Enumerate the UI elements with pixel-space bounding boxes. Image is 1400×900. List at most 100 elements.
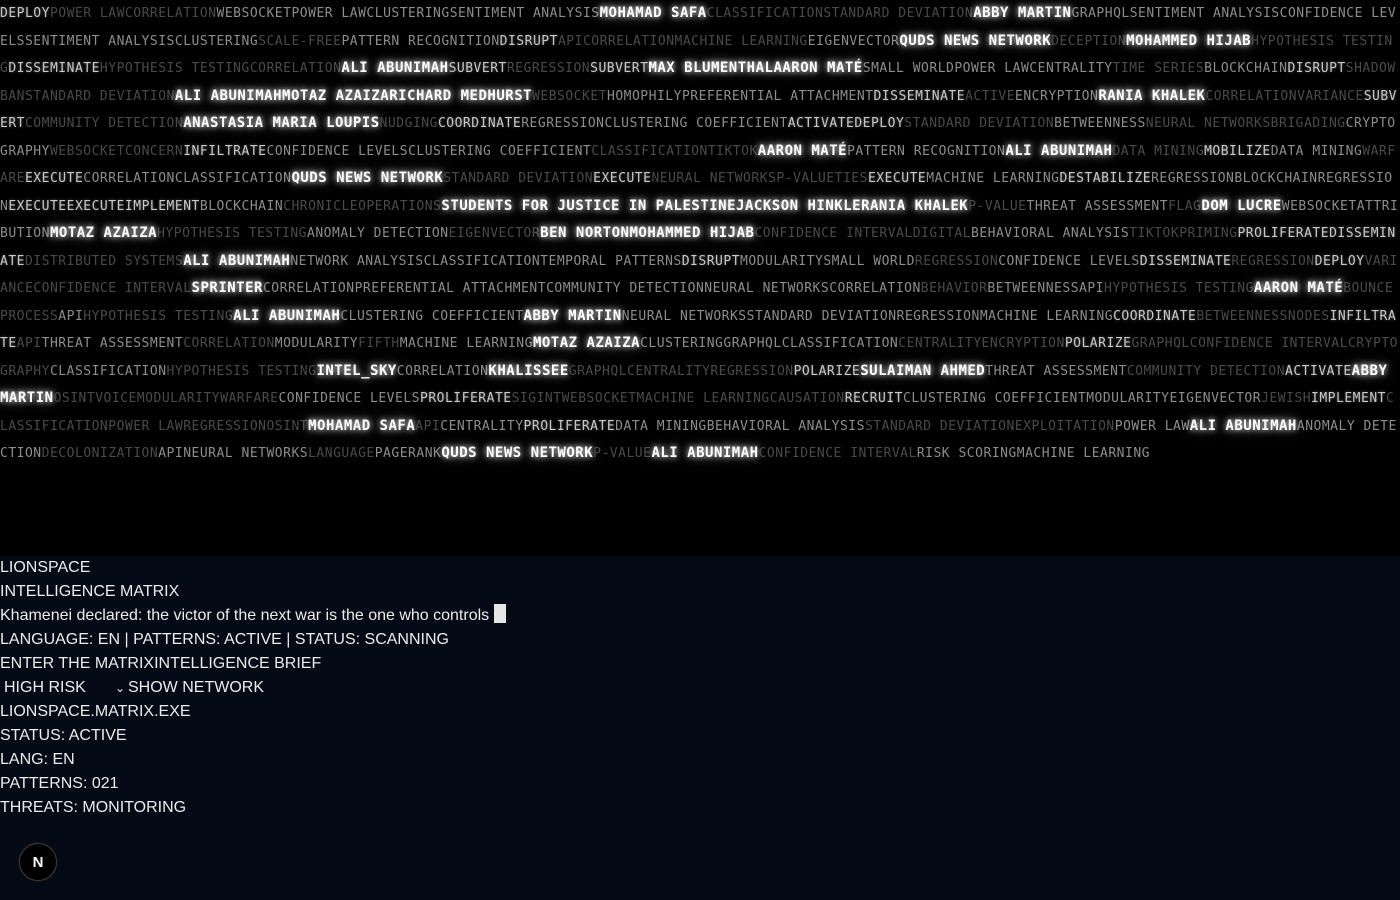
matrix-term: CONCERN [124,143,184,159]
matrix-term: CONFIDENCE LEVELS [998,253,1140,269]
matrix-highlight-name: MAX BLUMENTHAL [648,60,774,76]
matrix-term: SMALL WORLD [823,253,915,269]
matrix-term: THREAT ASSESSMENT [985,363,1127,379]
matrix-term: SCALE-FREE [258,33,342,49]
matrix-term: COMMUNITY DETECTION [546,281,705,296]
matrix-highlight-name: MOTAZ AZAIZA [282,87,390,104]
matrix-highlight-name: SULAIMAN AHMED [860,362,986,379]
text-cursor [494,604,507,623]
matrix-term: STANDARD DEVIATION [823,6,974,21]
matrix-term: CHRONIC [283,198,342,214]
matrix-term: DISTRIBUTED SYSTEMS [24,253,184,269]
matrix-highlight-name: JACKSON HINKLE [736,197,862,214]
matrix-term: STANDARD DEVIATION [443,171,594,186]
matrix-highlight-name: ALI ABUNIMAH [341,60,449,76]
matrix-term: SENTIMENT ANALYSIS [24,33,175,49]
matrix-term: PREFERENTIAL ATTACHMENT [354,281,547,296]
next-dev-indicator-button[interactable]: N [19,843,57,881]
matrix-term: CLASSIFICATION [781,336,899,351]
matrix-highlight-name: ANASTASIA MARIA LOUPIS [183,115,380,131]
status-line: LANGUAGE: EN | PATTERNS: ACTIVE | STATUS… [0,631,449,648]
matrix-term: DATA MINING [1270,143,1363,159]
matrix-term: API [1079,281,1104,296]
subtitle: INTELLIGENCE MATRIX [0,583,180,600]
matrix-highlight-name: AARON MATÉ [1253,280,1344,296]
matrix-term: NEURAL NETWORKS [651,171,777,186]
matrix-term: CLASSIFICATION [49,363,167,379]
matrix-term: BLOCKCHAIN [1204,61,1288,76]
matrix-term: OPERATIONS [358,198,442,214]
matrix-term: GRAPHQL [568,363,628,379]
matrix-term: DEPLOY [0,6,50,21]
matrix-highlight-name: RANIA KHALEK [1098,87,1206,104]
matrix-term: RECRUIT [844,391,903,406]
matrix-term: WEBSOCKET [532,88,607,104]
matrix-term: CORRELATION [582,33,675,49]
matrix-term: NEURAL NETWORKS [621,308,747,324]
matrix-highlight-name: MOHAMAD SAFA [599,5,707,21]
matrix-term: COORDINATE [437,116,522,131]
patterns-readout: PATTERNS: 021 [0,775,119,792]
matrix-highlight-name: DOM LUCRE [1201,197,1282,214]
enter-matrix-button[interactable]: ENTER THE MATRIX [0,655,154,672]
intelligence-brief-button[interactable]: INTELLIGENCE BRIEF [154,655,321,672]
matrix-term: DISSEMINATE [873,88,966,104]
matrix-highlight-name: KHALISSEE [488,362,569,379]
matrix-highlight-name: INTEL_SKY [316,362,397,379]
matrix-highlight-name: BEN NORTON [540,225,630,241]
show-network-button[interactable]: SHOW NETWORK [128,679,264,696]
matrix-highlight-name: MOTAZ AZAIZA [49,225,158,241]
matrix-highlight-name: ALI ABUNIMAH [174,87,283,104]
matrix-term: POWER LAW [1114,418,1190,434]
risk-select[interactable]: HIGH RISK ⌄ [0,676,128,700]
matrix-term: POLARIZE [1064,336,1132,351]
matrix-term: HOMOPHILY [607,88,682,104]
matrix-term: CORRELATION [262,281,355,296]
matrix-term: MACHINE LEARNING [636,391,770,406]
matrix-term: TIES [834,171,868,186]
matrix-highlight-name: ALI ABUNIMAH [651,445,759,461]
matrix-term: CENTRALITY [627,363,711,379]
matrix-term: COMMUNITY DETECTION [24,116,184,131]
matrix-term: CLASSIFICATION [174,171,292,186]
matrix-term: WEBSOCKET [49,143,125,159]
matrix-term: IMPLEMENT [124,198,200,214]
matrix-term: API [415,418,441,434]
matrix-term: CORRELATION [829,281,921,296]
matrix-term: PROCESS [0,308,59,324]
matrix-term: BETWEENNESS [987,281,1080,296]
matrix-term: STANDARD DEVIATION [24,88,175,104]
matrix-highlight-name: MOHAMMED HIJAB [1126,32,1252,49]
matrix-term: POWER LAW [291,6,367,21]
matrix-term: EXECUTE [66,198,125,214]
matrix-term: CONFIDENCE INTERVAL [33,281,192,296]
matrix-term: OSINT [266,418,309,434]
matrix-term: TIME SERIES [1112,61,1205,76]
matrix-term: PROLIFERATE [523,418,616,434]
risk-select-value: HIGH RISK [4,679,86,696]
matrix-term: EIGENVECTOR [448,226,541,241]
matrix-term: DISRUPT [681,253,741,269]
matrix-term: MODULARITY [1086,391,1170,406]
matrix-term: CLASSIFICATION [706,6,824,21]
matrix-term: REGRESSION [521,116,605,131]
matrix-word-rain: DEPLOY POWER LAW CORRELATION WEBSOCKET POWER… [0,0,1400,556]
matrix-term: DECEPTION [1051,33,1127,49]
matrix-term: CENTRALITY [440,418,524,434]
matrix-term: CORRELATION [124,6,217,21]
matrix-term: HYPOTHESIS TESTING [1104,281,1254,296]
matrix-term: BETWEENNESS [1054,116,1146,131]
matrix-term: SUBVERT [448,61,507,76]
matrix-term: CORRELATION [83,171,175,186]
matrix-term: ACTIVE [965,88,1016,104]
matrix-term: PRIMING [1179,226,1238,241]
matrix-term: CLUSTERING [640,336,724,351]
matrix-term: VARIANCE [1297,88,1364,104]
status-readout: STATUS: ACTIVE [0,727,127,744]
matrix-highlight-name: MOHAMAD SAFA [308,417,416,434]
matrix-term: CONFIDENCE LEVELS [266,143,409,159]
matrix-term: MOBILIZE [1204,143,1271,159]
matrix-term: DISSEMINATE [8,61,100,76]
matrix-term: TIKTOK [1129,226,1180,241]
matrix-highlight-name: ALI ABUNIMAH [183,252,291,269]
